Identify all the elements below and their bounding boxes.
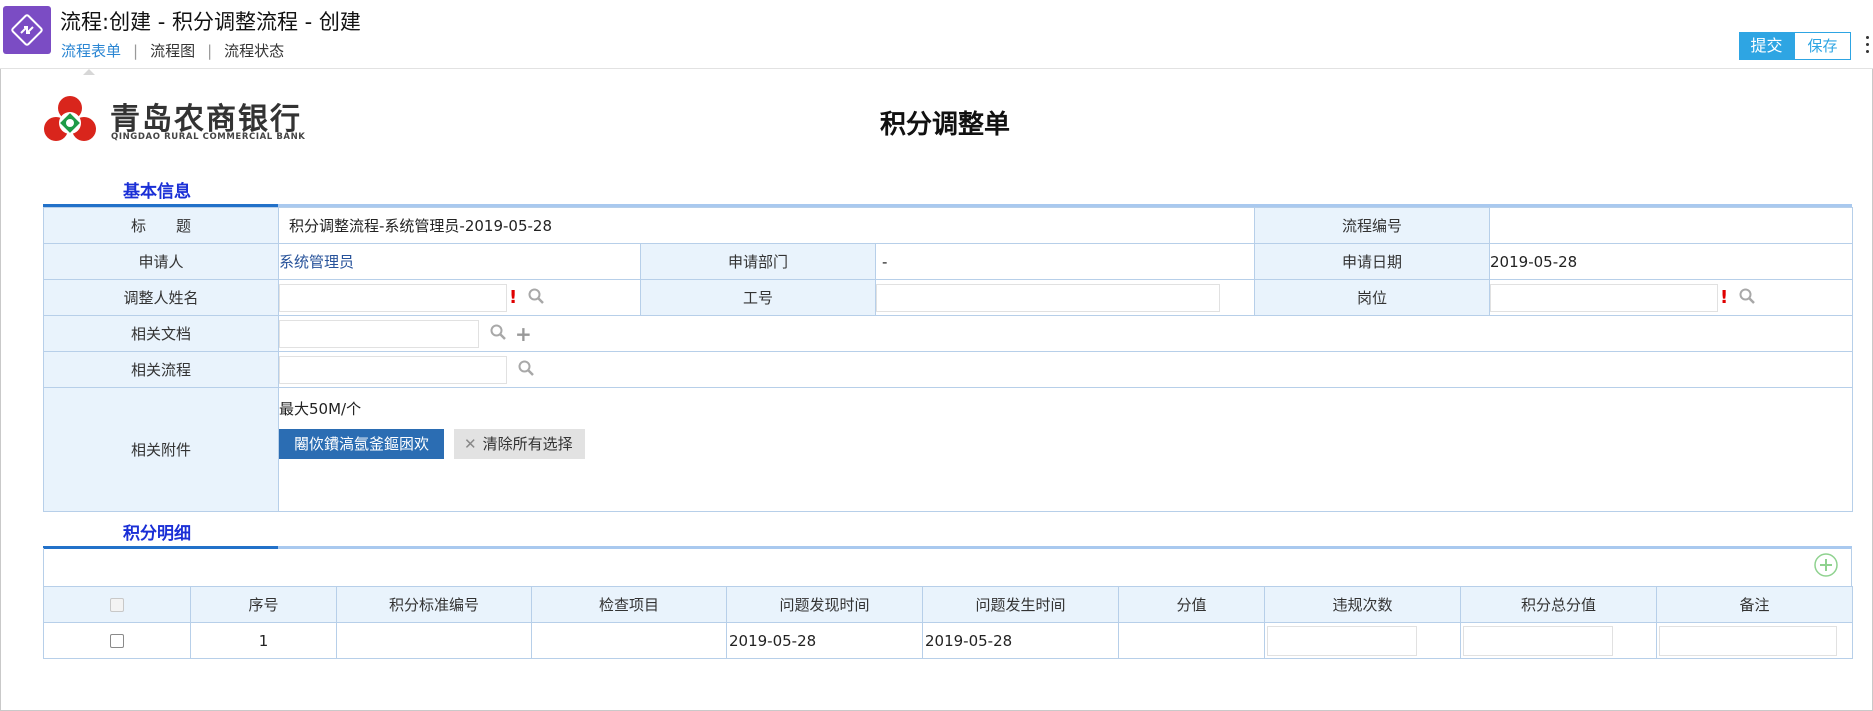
- dept-value: -: [874, 243, 1256, 280]
- dept-label: 申请部门: [640, 243, 876, 280]
- std-no-cell: [336, 622, 532, 659]
- violation-count-cell: [1264, 622, 1461, 659]
- apply-date-value: 2019-05-28: [1489, 243, 1854, 280]
- row-title: 标 题 积分调整流程-系统管理员-2019-05-28 流程编号: [43, 207, 1854, 244]
- select-all-cell: [43, 586, 191, 623]
- seq-cell: 1: [190, 622, 337, 659]
- required-mark-icon: !: [509, 287, 518, 308]
- column-header: 备注: [1656, 586, 1853, 623]
- clear-selection-button[interactable]: ✕ 清除所有选择: [454, 429, 585, 459]
- more-options-icon[interactable]: [1864, 36, 1870, 56]
- row-related-doc: 相关文档 +: [43, 315, 1854, 352]
- tab-divider: |: [133, 42, 139, 60]
- violation-count-input[interactable]: [1267, 625, 1417, 656]
- required-mark-icon: !: [1720, 287, 1729, 308]
- related-flow-label: 相关流程: [43, 351, 279, 388]
- score-cell: [1118, 622, 1265, 659]
- position-input[interactable]: [1490, 283, 1719, 312]
- upload-file-button[interactable]: 闂佽鐨滈氬釜鏂囦欢: [279, 429, 445, 459]
- detail-header-row: 序号 积分标准编号 检查项目 问题发现时间 问题发生时间 分值 违规次数 积分总…: [43, 586, 1853, 623]
- row-related-flow: 相关流程: [43, 351, 1854, 388]
- found-time-cell: 2019-05-28: [726, 622, 923, 659]
- tab-flow-form[interactable]: 流程表单: [61, 40, 121, 75]
- detail-table: 序号 积分标准编号 检查项目 问题发现时间 问题发生时间 分值 违规次数 积分总…: [43, 586, 1853, 659]
- title-label: 标 题: [43, 207, 279, 244]
- remark-cell: [1656, 622, 1853, 659]
- bank-name-en: QINGDAO RURAL COMMERCIAL BANK: [111, 132, 306, 142]
- clear-selection-label: 清除所有选择: [482, 435, 573, 453]
- tab-divider: |: [207, 42, 213, 60]
- column-header: 序号: [190, 586, 337, 623]
- row-adjust-person: 调整人姓名 ! 工号 岗位 !: [43, 279, 1854, 316]
- row-applicant: 申请人 系统管理员 申请部门 - 申请日期 2019-05-28: [43, 243, 1854, 280]
- add-row-icon[interactable]: [1813, 552, 1839, 578]
- column-header: 问题发现时间: [726, 586, 923, 623]
- basic-info-table: 标 题 积分调整流程-系统管理员-2019-05-28 流程编号 申请人 系统管…: [43, 207, 1854, 512]
- column-header: 违规次数: [1264, 586, 1461, 623]
- remark-input[interactable]: [1659, 625, 1837, 656]
- flow-no-label: 流程编号: [1254, 207, 1491, 244]
- workflow-app-icon: [3, 6, 51, 54]
- search-icon[interactable]: [1738, 287, 1756, 309]
- apply-date-label: 申请日期: [1254, 243, 1491, 280]
- occur-time-cell: 2019-05-28: [922, 622, 1119, 659]
- adjust-name-input[interactable]: [279, 283, 507, 312]
- adjust-name-label: 调整人姓名: [43, 279, 279, 316]
- column-header: 积分总分值: [1460, 586, 1657, 623]
- add-icon[interactable]: +: [515, 322, 532, 346]
- bank-logo-icon: [44, 96, 96, 141]
- applicant-link[interactable]: 系统管理员: [279, 253, 354, 271]
- search-icon[interactable]: [527, 287, 545, 309]
- column-header: 积分标准编号: [336, 586, 532, 623]
- flow-no-value: [1489, 207, 1854, 244]
- form-title: 积分调整单: [880, 110, 1011, 140]
- total-score-input[interactable]: [1463, 625, 1613, 656]
- total-score-cell: [1460, 622, 1657, 659]
- search-icon[interactable]: [489, 323, 507, 345]
- position-label: 岗位: [1254, 279, 1491, 316]
- window-title: 流程:创建 - 积分调整流程 - 创建: [60, 10, 361, 34]
- row-select-cell: [43, 622, 191, 659]
- column-header: 检查项目: [531, 586, 727, 623]
- close-icon: ✕: [464, 435, 477, 453]
- bank-logo: 青岛农商银行 QINGDAO RURAL COMMERCIAL BANK: [42, 94, 322, 150]
- detail-section-title: 积分明细: [123, 524, 191, 544]
- table-row: 1 2019-05-28 2019-05-28: [43, 622, 1853, 659]
- submit-button[interactable]: 提交: [1739, 32, 1794, 60]
- related-flow-input[interactable]: [279, 355, 507, 384]
- check-item-cell: [531, 622, 727, 659]
- related-doc-input[interactable]: [279, 319, 479, 348]
- row-checkbox[interactable]: [110, 634, 124, 648]
- column-header: 问题发生时间: [922, 586, 1119, 623]
- search-icon[interactable]: [517, 359, 535, 381]
- title-value: 积分调整流程-系统管理员-2019-05-28: [277, 207, 1256, 244]
- related-doc-label: 相关文档: [43, 315, 279, 352]
- basic-info-section-title: 基本信息: [123, 182, 191, 202]
- job-no-label: 工号: [640, 279, 876, 316]
- select-all-checkbox[interactable]: [110, 598, 124, 612]
- tab-flow-status[interactable]: 流程状态: [224, 40, 284, 67]
- attachment-size-hint: 最大50M/个: [279, 400, 362, 418]
- form-tabs: 流程表单 | 流程图 | 流程状态: [61, 40, 284, 75]
- row-attachment: 相关附件 最大50M/个 闂佽鐨滈氬釜鏂囦欢 ✕ 清除所有选择: [43, 387, 1854, 512]
- tab-flow-chart[interactable]: 流程图: [150, 40, 195, 67]
- applicant-label: 申请人: [43, 243, 279, 280]
- save-button[interactable]: 保存: [1794, 32, 1851, 60]
- top-header: 流程:创建 - 积分调整流程 - 创建 流程表单 | 流程图 | 流程状态 提交 保存: [0, 0, 1873, 75]
- job-no-input[interactable]: [876, 283, 1220, 312]
- column-header: 分值: [1118, 586, 1265, 623]
- attachment-label: 相关附件: [43, 387, 279, 512]
